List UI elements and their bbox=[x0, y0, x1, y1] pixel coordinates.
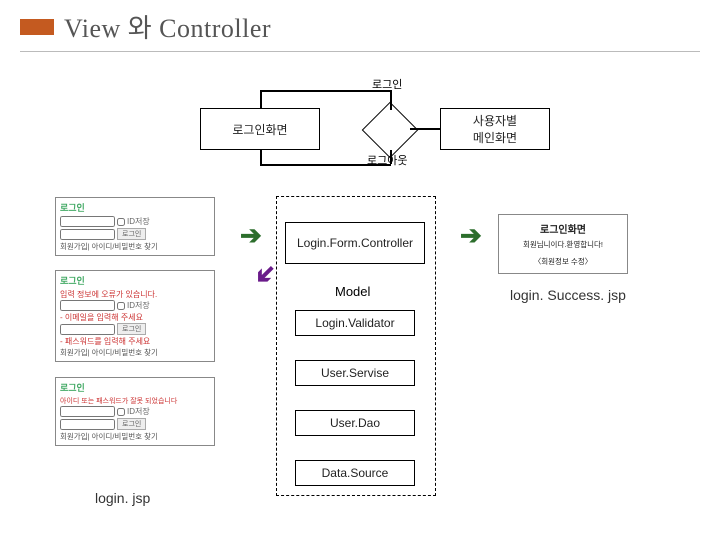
wire bbox=[410, 128, 440, 130]
mini-title: 로그인 bbox=[60, 201, 210, 214]
mini-form-clean: 로그인 ID저장 로그인 회원가입| 아이디/비밀번호 찾기 bbox=[55, 197, 215, 256]
mini-error-pw: - 패스워드를 입력해 주세요 bbox=[60, 336, 210, 347]
mini-login-button[interactable]: 로그인 bbox=[117, 418, 146, 430]
success-title: 로그인화면 bbox=[503, 221, 623, 236]
mini-links[interactable]: 회원가입| 아이디/비밀번호 찾기 bbox=[60, 431, 210, 442]
mini-login-button[interactable]: 로그인 bbox=[117, 323, 146, 335]
mini-idsave-label: ID저장 bbox=[127, 216, 150, 227]
stack-outline bbox=[276, 196, 436, 496]
mini-links[interactable]: 회원가입| 아이디/비밀번호 찾기 bbox=[60, 241, 210, 252]
title-bar: View 와 Controller bbox=[20, 0, 700, 52]
page-title: View 와 Controller bbox=[64, 8, 271, 45]
wire bbox=[260, 90, 262, 108]
mini-title: 로그인 bbox=[60, 274, 210, 287]
mini-id-input[interactable] bbox=[60, 216, 115, 227]
right-caption: login. Success. jsp bbox=[510, 287, 626, 303]
title-accent bbox=[20, 19, 54, 35]
mini-links[interactable]: 회원가입| 아이디/비밀번호 찾기 bbox=[60, 347, 210, 358]
edge-logout-label: 로그아웃 bbox=[367, 152, 407, 168]
left-caption: login. jsp bbox=[95, 490, 150, 506]
flow-usermain-label: 사용자별 메인화면 bbox=[473, 112, 517, 146]
mini-error-email: - 이메일을 입력해 주세요 bbox=[60, 312, 210, 323]
wire bbox=[390, 90, 392, 110]
wire bbox=[260, 150, 262, 165]
mini-pw-input[interactable] bbox=[60, 324, 115, 335]
flow-login-label: 로그인화면 bbox=[232, 121, 287, 138]
diagram-canvas: 로그인화면 사용자별 메인화면 로그인 로그아웃 로그인 ID저장 로그인 회원… bbox=[0, 52, 720, 542]
edge-login-label: 로그인 bbox=[372, 76, 402, 92]
success-welcome: 회원님니이다.환영합니다! bbox=[503, 239, 623, 250]
mini-idsave-label: ID저장 bbox=[127, 406, 150, 417]
success-edit-link[interactable]: 〈회원정보 수정〉 bbox=[503, 256, 623, 267]
mini-idsave-checkbox[interactable] bbox=[117, 218, 125, 226]
success-mini: 로그인화면 회원님니이다.환영합니다! 〈회원정보 수정〉 bbox=[498, 214, 628, 274]
arrow-right-green-icon: ➔ bbox=[460, 222, 482, 248]
mini-id-input[interactable] bbox=[60, 300, 115, 311]
mini-login-button[interactable]: 로그인 bbox=[117, 228, 146, 240]
wire bbox=[260, 90, 390, 92]
mini-form-error2: 로그인 아이디 또는 패스워드가 잘못 되었습니다 ID저장 로그인 회원가입|… bbox=[55, 377, 215, 446]
flow-login-box: 로그인화면 bbox=[200, 108, 320, 150]
mini-pw-input[interactable] bbox=[60, 229, 115, 240]
mini-idsave-label: ID저장 bbox=[127, 300, 150, 311]
mini-error-blank: 입력 정보에 오류가 있습니다. bbox=[60, 289, 210, 300]
mini-idsave-checkbox[interactable] bbox=[117, 408, 125, 416]
mini-error-wrong: 아이디 또는 패스워드가 잘못 되었습니다 bbox=[60, 396, 210, 406]
mini-id-input[interactable] bbox=[60, 406, 115, 417]
mini-pw-input[interactable] bbox=[60, 419, 115, 430]
arrow-right-green-icon: ➔ bbox=[240, 222, 262, 248]
mini-form-error1: 로그인 입력 정보에 오류가 있습니다. ID저장 - 이메일을 입력해 주세요… bbox=[55, 270, 215, 362]
mini-idsave-checkbox[interactable] bbox=[117, 302, 125, 310]
mini-title: 로그인 bbox=[60, 381, 210, 394]
flow-usermain-box: 사용자별 메인화면 bbox=[440, 108, 550, 150]
